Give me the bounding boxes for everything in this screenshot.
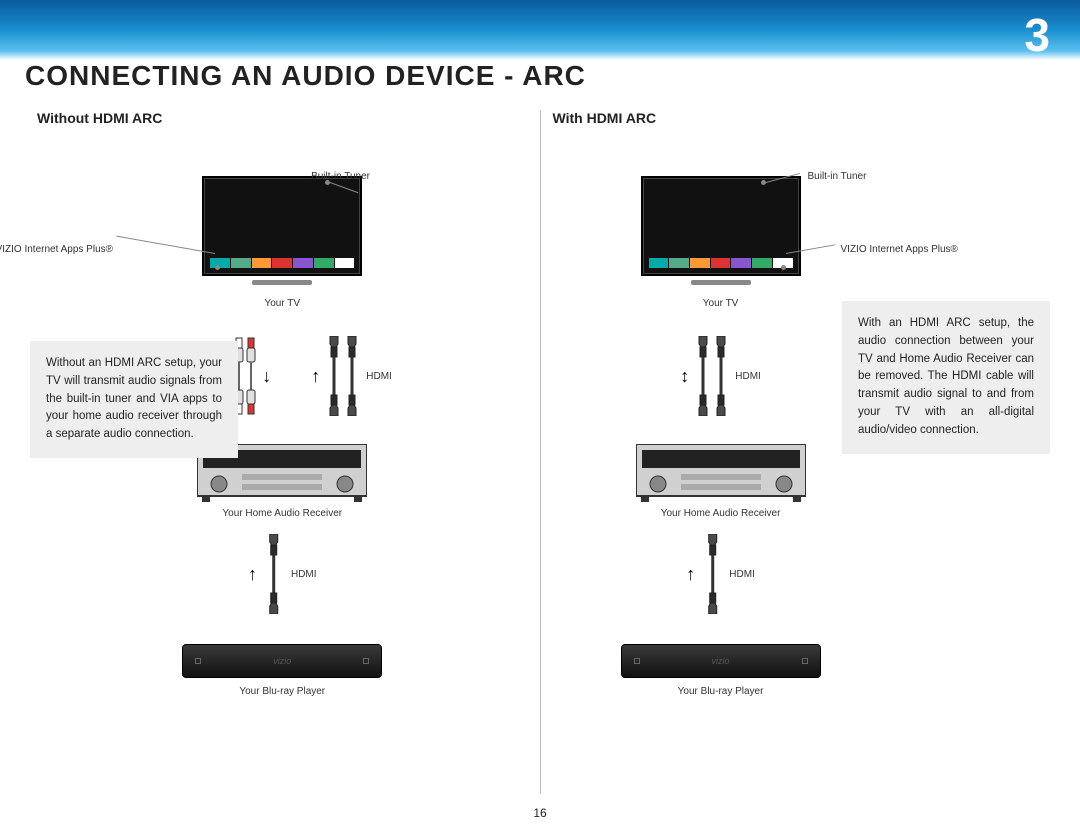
tv-screen <box>202 176 362 276</box>
tv-label: Your TV <box>703 298 739 309</box>
tv-device <box>641 176 801 285</box>
header-gradient <box>0 0 1080 60</box>
receiver-label: Your Home Audio Receiver <box>222 508 342 519</box>
bluray-label: Your Blu-ray Player <box>678 686 764 697</box>
column-without-arc: Without HDMI ARC Built-in Tuner VIZIO In… <box>25 110 540 794</box>
content-columns: Without HDMI ARC Built-in Tuner VIZIO In… <box>25 110 1055 794</box>
arrow-updown-icon: ↕ <box>680 366 689 387</box>
hdmi-label-bottom: HDMI <box>291 569 317 580</box>
receiver-label: Your Home Audio Receiver <box>661 508 781 519</box>
subheading-with: With HDMI ARC <box>541 110 1056 126</box>
hdmi-cable-icon <box>326 336 360 416</box>
bluray-label: Your Blu-ray Player <box>239 686 325 697</box>
arrow-down-icon: ↓ <box>262 366 271 387</box>
page-title: CONNECTING AN AUDIO DEVICE - ARC <box>25 60 586 92</box>
tv-label: Your TV <box>264 298 300 309</box>
arrow-up-icon: ↑ <box>248 564 257 585</box>
bluray-device: vizio <box>621 644 821 678</box>
hdmi-cable-bottom: ↑ HDMI <box>248 534 317 614</box>
apps-label: VIZIO Internet Apps Plus® <box>0 244 113 255</box>
apps-bar <box>210 258 354 268</box>
tuner-label: Built-in Tuner <box>311 171 370 182</box>
apps-bar <box>649 258 793 268</box>
info-box-without: Without an HDMI ARC setup, your TV will … <box>30 341 238 458</box>
hdmi-label-top: HDMI <box>735 371 761 382</box>
apps-label: VIZIO Internet Apps Plus® <box>841 244 958 255</box>
tv-screen <box>641 176 801 276</box>
receiver-device <box>636 444 806 504</box>
chapter-number: 3 <box>1024 8 1050 62</box>
subheading-without: Without HDMI ARC <box>25 110 540 126</box>
tv-device <box>202 176 362 285</box>
page-number: 16 <box>533 806 546 820</box>
arrow-up-icon: ↑ <box>311 366 320 387</box>
hdmi-cable-icon <box>695 336 729 416</box>
cables-top: ↕ <box>621 321 821 431</box>
hdmi-label-top: HDMI <box>366 371 392 382</box>
info-box-with: With an HDMI ARC setup, the audio connec… <box>842 301 1050 454</box>
tuner-label: Built-in Tuner <box>808 171 867 182</box>
arrow-up-icon: ↑ <box>686 564 695 585</box>
bluray-device: vizio <box>182 644 382 678</box>
hdmi-label-bottom: HDMI <box>729 569 755 580</box>
hdmi-cable-bottom: ↑ HDMI <box>686 534 755 614</box>
column-with-arc: With HDMI ARC Built-in Tuner VIZIO Inter… <box>541 110 1056 794</box>
